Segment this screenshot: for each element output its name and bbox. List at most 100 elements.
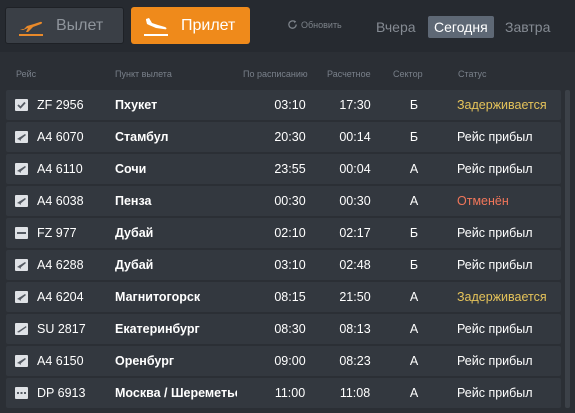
status-text: Рейс прибыл xyxy=(457,130,533,144)
origin-city: Пенза xyxy=(115,194,152,208)
flight-number: A4 6288 xyxy=(37,258,84,272)
header-estimated: Расчетное xyxy=(327,69,371,79)
estimated-time: 00:14 xyxy=(339,130,371,144)
sector: А xyxy=(409,354,419,368)
airline-logo-icon xyxy=(15,387,28,399)
origin-city: Москва / Шереметьево xyxy=(115,386,237,400)
flight-number: ZF 2956 xyxy=(37,98,84,112)
estimated-time: 21:50 xyxy=(339,290,371,304)
header-from: Пункт вылета xyxy=(115,69,172,79)
scrollbar[interactable] xyxy=(565,90,570,408)
top-bar: Вылет Прилет Обновить Вчера Сегодня Завт… xyxy=(0,0,575,52)
refresh-label: Обновить xyxy=(301,19,342,30)
header-sector: Сектор xyxy=(393,69,423,79)
airline-logo-icon xyxy=(15,131,28,143)
scheduled-time: 08:30 xyxy=(274,322,306,336)
flight-number: A4 6150 xyxy=(37,354,84,368)
sector: А xyxy=(409,162,419,176)
flight-number: FZ 977 xyxy=(37,226,77,240)
table-row[interactable]: SU 2817 Екатеринбург 08:30 08:13 А Рейс прибы… xyxy=(6,314,561,344)
estimated-time: 00:04 xyxy=(339,162,371,176)
origin-city: Магнитогорск xyxy=(115,290,201,304)
status-text: Задерживается xyxy=(457,290,547,304)
tab-arrival-label: Прилет xyxy=(181,16,236,34)
tab-arrival[interactable]: Прилет xyxy=(131,7,250,44)
origin-city: Екатеринбург xyxy=(115,322,200,336)
refresh-button[interactable]: Обновить xyxy=(287,19,342,30)
estimated-time: 08:23 xyxy=(339,354,371,368)
sector: Б xyxy=(409,258,419,272)
sector: А xyxy=(409,290,419,304)
airline-logo-icon xyxy=(15,195,28,207)
tab-departure-label: Вылет xyxy=(56,16,104,34)
header-scheduled: По расписанию xyxy=(243,69,308,79)
status-text: Рейс прибыл xyxy=(457,162,533,176)
scheduled-time: 02:10 xyxy=(274,226,306,240)
flights-table: ZF 2956 Пхукет 03:10 17:30 Б Задерживается A4 … xyxy=(6,90,561,410)
origin-city: Дубай xyxy=(115,226,154,240)
table-row[interactable]: A4 6070 Стамбул 20:30 00:14 Б Рейс прибыл xyxy=(6,122,561,152)
origin-city: Оренбург xyxy=(115,354,175,368)
status-text: Рейс прибыл xyxy=(457,386,533,400)
status-text: Задерживается xyxy=(457,98,547,112)
scheduled-time: 08:15 xyxy=(274,290,306,304)
table-row[interactable]: A4 6204 Магнитогорск 08:15 21:50 А Задерживае… xyxy=(6,282,561,312)
flight-number: A4 6038 xyxy=(37,194,84,208)
sector: Б xyxy=(409,226,419,240)
day-yesterday[interactable]: Вчера xyxy=(370,16,422,38)
estimated-time: 02:48 xyxy=(339,258,371,272)
table-row[interactable]: DP 6913 Москва / Шереметьево 11:00 11:08 А Ре… xyxy=(6,378,561,408)
table-row[interactable]: FZ 977 Дубай 02:10 02:17 Б Рейс прибыл xyxy=(6,218,561,248)
flight-number: DP 6913 xyxy=(37,386,86,400)
sector: Б xyxy=(409,130,419,144)
airline-logo-icon xyxy=(15,163,28,175)
estimated-time: 11:08 xyxy=(339,386,371,400)
day-tomorrow[interactable]: Завтра xyxy=(499,16,556,38)
airline-logo-icon xyxy=(15,323,28,335)
sector: А xyxy=(409,386,419,400)
origin-city: Стамбул xyxy=(115,130,169,144)
scheduled-time: 03:10 xyxy=(274,258,306,272)
scheduled-time: 03:10 xyxy=(274,98,306,112)
departure-plane-icon xyxy=(19,21,43,36)
scheduled-time: 23:55 xyxy=(274,162,306,176)
sector: А xyxy=(409,322,419,336)
estimated-time: 08:13 xyxy=(339,322,371,336)
flight-number: SU 2817 xyxy=(37,322,86,336)
origin-city: Сочи xyxy=(115,162,147,176)
status-text: Рейс прибыл xyxy=(457,258,533,272)
header-status: Статус xyxy=(458,69,487,79)
scheduled-time: 00:30 xyxy=(274,194,306,208)
scheduled-time: 09:00 xyxy=(274,354,306,368)
status-text: Рейс прибыл xyxy=(457,226,533,240)
estimated-time: 02:17 xyxy=(339,226,371,240)
header-flight: Рейс xyxy=(16,69,37,79)
origin-city: Пхукет xyxy=(115,98,158,112)
arrival-plane-icon xyxy=(144,17,168,36)
table-row[interactable]: A4 6038 Пенза 00:30 00:30 А Отменён xyxy=(6,186,561,216)
day-today[interactable]: Сегодня xyxy=(428,16,494,38)
airline-logo-icon xyxy=(15,259,28,271)
flight-number: A4 6110 xyxy=(37,162,83,176)
table-row[interactable]: A4 6288 Дубай 03:10 02:48 Б Рейс прибыл xyxy=(6,250,561,280)
sector: Б xyxy=(409,98,419,112)
check-icon[interactable] xyxy=(15,99,28,111)
airline-logo-icon xyxy=(15,291,28,303)
table-row[interactable]: A4 6150 Оренбург 09:00 08:23 А Рейс прибыл xyxy=(6,346,561,376)
status-text: Рейс прибыл xyxy=(457,322,533,336)
flight-number: A4 6204 xyxy=(37,290,84,304)
refresh-icon xyxy=(288,20,297,29)
estimated-time: 00:30 xyxy=(339,194,371,208)
table-header: Рейс Пункт вылета По расписанию Расчетно… xyxy=(0,64,575,86)
tab-departure[interactable]: Вылет xyxy=(5,7,124,44)
airline-logo-icon xyxy=(15,227,28,239)
sector: А xyxy=(409,194,419,208)
origin-city: Дубай xyxy=(115,258,154,272)
scheduled-time: 20:30 xyxy=(274,130,306,144)
table-row[interactable]: ZF 2956 Пхукет 03:10 17:30 Б Задерживается xyxy=(6,90,561,120)
flight-number: A4 6070 xyxy=(37,130,84,144)
status-text: Отменён xyxy=(457,194,509,208)
scheduled-time: 11:00 xyxy=(274,386,306,400)
table-row[interactable]: A4 6110 Сочи 23:55 00:04 А Рейс прибыл xyxy=(6,154,561,184)
estimated-time: 17:30 xyxy=(339,98,371,112)
